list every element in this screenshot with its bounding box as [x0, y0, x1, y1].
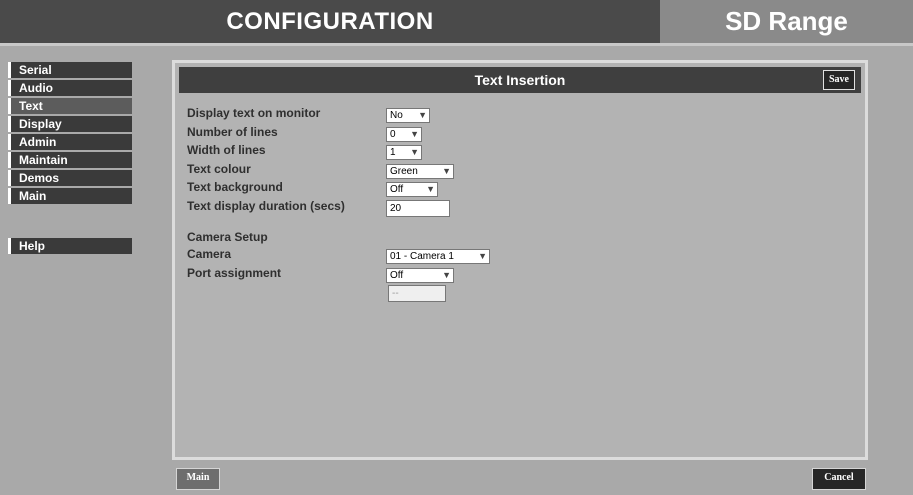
chevron-down-icon: ▼ — [442, 165, 451, 176]
chevron-down-icon: ▼ — [426, 184, 435, 194]
sidebar-item-maintain[interactable]: Maintain — [8, 152, 132, 168]
width-of-lines-select[interactable]: 1 ▼ — [386, 145, 422, 160]
sidebar-item-main[interactable]: Main — [8, 188, 132, 204]
camera-select[interactable]: 01 - Camera 1 ▼ — [386, 249, 490, 264]
port-number-input[interactable]: -- — [388, 284, 446, 302]
field-label: Text background — [187, 180, 283, 194]
chevron-down-icon: ▼ — [410, 128, 419, 139]
field-label: Display text on monitor — [187, 106, 321, 120]
sidebar-item-help[interactable]: Help — [8, 238, 132, 254]
sidebar-item-admin[interactable]: Admin — [8, 134, 132, 150]
sidebar-item-display[interactable]: Display — [8, 116, 132, 132]
select-value: Green — [390, 165, 418, 177]
header-bar: CONFIGURATION SD Range — [0, 0, 913, 43]
select-value: 0 — [390, 128, 396, 140]
field-label: Text display duration (secs) — [187, 198, 345, 213]
select-value: 01 - Camera 1 — [390, 251, 454, 262]
number-of-lines-select[interactable]: 0 ▼ — [386, 126, 422, 142]
port-assignment-select[interactable]: Off ▼ — [386, 267, 454, 283]
text-background-select[interactable]: Off ▼ — [386, 182, 438, 197]
duration-input[interactable]: 20 — [386, 199, 450, 217]
save-button[interactable]: Save — [823, 70, 855, 90]
main-button[interactable]: Main — [176, 468, 220, 490]
section-heading: Camera Setup — [187, 230, 268, 244]
field-label: Camera — [187, 247, 232, 261]
page-title: CONFIGURATION — [226, 8, 434, 35]
text-colour-select[interactable]: Green ▼ — [386, 163, 454, 179]
cancel-button[interactable]: Cancel — [812, 468, 866, 490]
sidebar-item-text[interactable]: Text — [8, 98, 132, 114]
sidebar-item-serial[interactable]: Serial — [8, 62, 132, 78]
select-value: Off — [390, 269, 404, 281]
panel-title: Text Insertion — [474, 72, 566, 88]
select-value: No — [390, 110, 403, 121]
field-label: Port assignment — [187, 265, 282, 280]
field-label: Text colour — [187, 161, 251, 176]
header-divider — [0, 43, 913, 46]
sidebar: Serial Audio Text Display Admin Maintain… — [8, 62, 134, 256]
chevron-down-icon: ▼ — [418, 110, 427, 120]
panel-header: Text Insertion Save — [179, 67, 861, 93]
sidebar-item-audio[interactable]: Audio — [8, 80, 132, 96]
chevron-down-icon: ▼ — [478, 251, 487, 261]
field-label: Number of lines — [187, 124, 278, 139]
brand-label: SD Range — [660, 0, 913, 43]
display-text-select[interactable]: No ▼ — [386, 108, 430, 123]
sidebar-item-demos[interactable]: Demos — [8, 170, 132, 186]
chevron-down-icon: ▼ — [442, 269, 451, 280]
select-value: 1 — [390, 147, 396, 158]
select-value: Off — [390, 184, 404, 195]
text-insertion-panel: Text Insertion Save Display text on moni… — [172, 60, 868, 460]
chevron-down-icon: ▼ — [410, 147, 419, 157]
field-label: Width of lines — [187, 143, 266, 157]
